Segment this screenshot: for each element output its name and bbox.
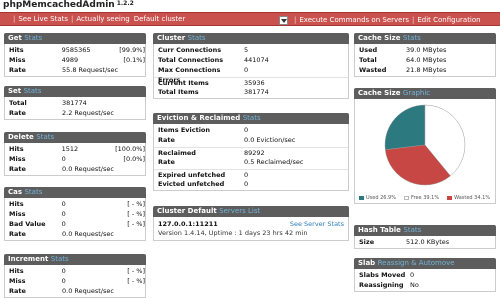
- cluster-stats-panel: Cluster Stats Curr Connections 5 Total Co…: [153, 33, 349, 99]
- stat-row: Rate 2.2 Request/sec: [9, 109, 114, 117]
- panel-header: Cluster Default Servers List: [153, 206, 349, 217]
- set-stats-panel: Set Stats Total 381774 Rate 2.2 Request/se…: [4, 86, 146, 120]
- stat-row: Hits 0[ - %]: [9, 267, 145, 275]
- stat-row: Total Items 381774: [158, 88, 269, 96]
- legend-item: Free 39.1%: [404, 195, 439, 201]
- panel-header: Cas Stats: [4, 187, 146, 198]
- top-navbar: | See Live Stats | Actually seeing Defau…: [0, 12, 500, 26]
- chevron-down-icon[interactable]: [279, 15, 288, 25]
- edit-configuration-link[interactable]: Edit Configuration: [417, 16, 480, 24]
- pie-legend: Used 26.9% Free 39.1% Wasted 34.1%: [359, 195, 490, 201]
- legend-swatch: [447, 196, 453, 200]
- panel-header: Increment Stats: [4, 254, 146, 265]
- cache-size-graphic-panel: Cache Size Graphic Used 26.9% Free 39.1%…: [354, 88, 496, 204]
- nav-separator: |: [13, 15, 16, 23]
- panel-header: Cluster Stats: [153, 33, 349, 44]
- nav-separator: |: [294, 16, 297, 24]
- slab-reassign-panel: Slab Reassign & Automove Slabs Moved 0 Re…: [354, 258, 496, 292]
- delete-stats-panel: Delete Stats Hits 1512 [100.0%] Miss 0 [0.0%…: [4, 132, 146, 176]
- stat-row: Total 381774: [9, 99, 87, 107]
- stat-row: Rate 0.0 Request/sec: [9, 230, 114, 238]
- see-live-stats-link[interactable]: See Live Stats: [18, 15, 68, 23]
- execute-commands-link[interactable]: Execute Commands on Servers: [299, 16, 409, 24]
- panel-header: Set Stats: [4, 86, 146, 97]
- cache-size-pie-chart: [384, 104, 466, 186]
- legend-item: Wasted 34.1%: [447, 195, 490, 201]
- stat-row: Hits 9585365 [99.9%]: [9, 46, 145, 54]
- cluster-select[interactable]: Default cluster: [134, 15, 186, 23]
- servers-list-panel: Cluster Default Servers List 127.0.0.1:1…: [153, 206, 349, 241]
- stat-row: Rate 0.0 Request/sec: [9, 165, 114, 173]
- stat-row: Total Connections 441074: [158, 56, 269, 64]
- eviction-stats-panel: Eviction & Reclaimed Stats Items Evictio…: [153, 113, 349, 191]
- stat-row: Curr Connections 5: [158, 46, 249, 54]
- panel-header: Eviction & Reclaimed Stats: [153, 113, 349, 124]
- get-stats-panel: Get Stats Hits 9585365 [99.9%] Miss 4989 [0.…: [4, 33, 146, 77]
- nav-separator: |: [71, 15, 74, 23]
- stat-row: Slabs Moved 0: [359, 271, 415, 279]
- increment-stats-panel: Increment Stats Hits 0[ - %] Miss 0[ - %] …: [4, 254, 146, 298]
- stat-row: Max Connections Errors 0: [158, 66, 249, 84]
- hash-table-panel: Hash Table Stats Size 512.0 KBytes: [354, 225, 496, 249]
- panel-header: Hash Table Stats: [354, 225, 496, 236]
- stat-row: Items Eviction 0: [158, 126, 249, 134]
- legend-swatch: [359, 196, 364, 200]
- stat-row: Bad Value 0[ - %]: [9, 220, 145, 228]
- legend-swatch: [404, 196, 409, 200]
- pie-slice-used: [384, 104, 426, 150]
- stat-row: Hits 0[ - %]: [9, 200, 145, 208]
- nav-separator: |: [411, 16, 415, 24]
- stat-row: Wasted 21.8 MBytes: [359, 66, 447, 74]
- cache-size-stats-panel: Cache Size Stats Used 39.0 MBytes Total 64…: [354, 33, 496, 77]
- stat-row: Rate 55.8 Request/sec: [9, 66, 119, 74]
- stat-row: Total 64.0 MBytes: [359, 56, 447, 64]
- panel-header: Cache Size Stats: [354, 33, 496, 44]
- panel-header: Cache Size Graphic: [354, 88, 496, 99]
- see-server-stats-link[interactable]: See Server Stats: [290, 220, 344, 228]
- stat-row: Size 512.0 KBytes: [359, 238, 450, 246]
- cas-stats-panel: Cas Stats Hits 0[ - %] Miss 0[ - %] Bad Va…: [4, 187, 146, 241]
- stat-row: Miss 0[ - %]: [9, 210, 145, 218]
- stat-row: Reassigning No: [359, 281, 419, 289]
- stat-row: Expired unfetched 0: [154, 169, 348, 179]
- panel-header: Get Stats: [4, 33, 146, 44]
- app-version: 1.2.2: [116, 0, 134, 7]
- stat-row: Reclaimed 89292: [154, 147, 348, 157]
- stat-row: Used 39.0 MBytes: [359, 46, 447, 54]
- stat-row: Miss 0 [0.0%]: [9, 155, 145, 163]
- server-host: 127.0.0.1:11211: [158, 220, 218, 228]
- server-info: Version 1.4.14, Uptime : 1 days 23 hrs 4…: [158, 229, 308, 237]
- stat-row: Rate 0.0 Request/sec: [9, 287, 114, 295]
- stat-row: Rate 0.0 Eviction/sec: [158, 136, 296, 144]
- stat-row: Evicted unfetched 0: [158, 180, 249, 188]
- app-title: phpMemcachedAdmin 1.2.2: [3, 0, 134, 10]
- stat-row: Current Items 35936: [154, 77, 348, 87]
- app-name: phpMemcachedAdmin: [3, 0, 115, 10]
- panel-header: Slab Reassign & Automove: [354, 258, 496, 269]
- server-row: 127.0.0.1:11211 See Server Stats: [154, 218, 348, 228]
- panel-header: Delete Stats: [4, 132, 146, 143]
- actually-seeing-label: Actually seeing: [76, 15, 130, 23]
- stat-row: Hits 1512 [100.0%]: [9, 145, 145, 153]
- stat-row: Rate 0.5 Reclaimed/sec: [158, 158, 304, 166]
- stat-row: Miss 0[ - %]: [9, 277, 145, 285]
- legend-item: Used 26.9%: [359, 195, 396, 201]
- stat-row: Miss 4989 [0.1%]: [9, 56, 145, 64]
